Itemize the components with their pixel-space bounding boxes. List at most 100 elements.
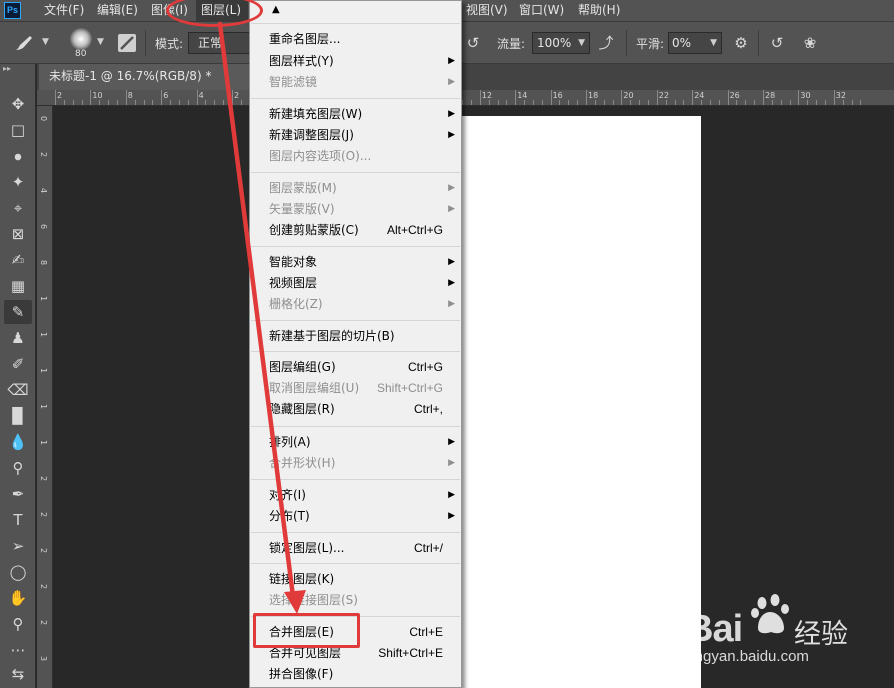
lasso-tool-icon[interactable]: ⦁ [4,144,32,168]
ruler-tick [842,100,844,105]
flow-select[interactable]: 100% ▼ [532,32,590,54]
ruler-tick [780,100,782,105]
menu-divider [251,172,460,173]
layer-menu-item[interactable]: 图层蒙版(M) ▶ [250,178,461,199]
symmetry-butterfly-icon[interactable]: ❀ [800,33,820,53]
layer-menu-item[interactable]: 分布(T) ▶ [250,506,461,527]
chevron-down-icon[interactable]: ▼ [42,37,49,47]
ruler-label: 1 [39,404,48,410]
magic-wand-tool-icon[interactable]: ✦ [4,170,32,194]
menu-item-label: 图层蒙版(M) [269,181,337,195]
ruler-tick [824,100,826,105]
menu-item-label: 链接图层(K) [269,572,335,586]
menu-item-label: 图层编组(G) [269,360,336,374]
layer-menu-item[interactable]: 新建基于图层的切片(B) [250,326,461,347]
gear-icon[interactable]: ⚙ [731,33,751,53]
ruler-tick [745,100,747,105]
layer-menu-item[interactable]: 合并形状(H) ▶ [250,453,461,474]
type-tool-icon[interactable]: T [4,508,32,532]
brush-tool-icon[interactable] [12,33,36,53]
menu-file[interactable]: 文件(F) [44,0,84,22]
airbrush-icon[interactable]: ⤴ [596,33,616,53]
marquee-tool-icon[interactable]: □ [4,118,32,142]
more-tools-icon[interactable]: ⋯ [4,638,32,662]
layer-menu-item[interactable]: 拼合图像(F) [250,664,461,685]
layer-menu-item[interactable]: 锁定图层(L)... Ctrl+/ [250,538,461,559]
layer-menu-item[interactable]: 图层内容选项(O)... [250,146,461,167]
divider [626,30,627,56]
gradient-tool-icon[interactable]: ▉ [4,404,32,428]
pressure-opacity-icon[interactable]: ↺ [463,33,483,53]
menu-help[interactable]: 帮助(H) [578,0,620,22]
brush-size-value: 80 [75,49,87,59]
layer-menu-item[interactable]: 视频图层 ▶ [250,273,461,294]
frame-tool-icon[interactable]: ⊠ [4,222,32,246]
move-tool-icon[interactable]: ✥ [4,92,32,116]
layer-menu-item[interactable]: 取消图层编组(U) Shift+Ctrl+G [250,378,461,399]
zoom-tool-icon[interactable]: ⚲ [4,612,32,636]
pen-tool-icon[interactable]: ✒ [4,482,32,506]
ruler-label: 6 [163,91,169,100]
menu-view[interactable]: 视图(V) [466,0,508,22]
layer-menu-item[interactable]: 排列(A) ▶ [250,432,461,453]
pressure-size-icon[interactable]: ↺ [767,33,787,53]
layer-menu-item[interactable]: 智能对象 ▶ [250,252,461,273]
annotation-box [253,613,360,648]
blur-tool-icon[interactable]: 💧 [4,430,32,454]
menu-window[interactable]: 窗口(W) [519,0,564,22]
ruler-tick [90,90,92,105]
layer-menu-item[interactable]: 新建填充图层(W) ▶ [250,104,461,125]
menu-divider [251,246,460,247]
ruler-tick [709,100,711,105]
layer-menu-item[interactable]: 选择链接图层(S) [250,590,461,611]
layer-menu-item[interactable]: 重命名图层... [250,29,461,50]
flow-label: 流量: [497,37,526,51]
menu-item-shortcut: Shift+Ctrl+G [376,381,443,395]
document-tab[interactable]: 未标题-1 @ 16.7%(RGB/8) * [39,64,252,90]
menu-item-label: 新建填充图层(W) [269,107,363,121]
smoothing-label: 平滑: [636,37,665,51]
document-canvas[interactable] [461,116,701,688]
layer-menu-item[interactable]: 链接图层(K) [250,569,461,590]
eyedropper-tool-icon[interactable]: ✍ [4,248,32,272]
clone-stamp-tool-icon[interactable]: ♟ [4,326,32,350]
eraser-tool-icon[interactable]: ⌫ [4,378,32,402]
healing-brush-tool-icon[interactable]: ▦ [4,274,32,298]
ruler-label: 3 [39,656,48,662]
menu-edit[interactable]: 编辑(E) [97,0,138,22]
layer-menu-item[interactable]: 栅格化(Z) ▶ [250,294,461,315]
hand-tool-icon[interactable]: ✋ [4,586,32,610]
crop-tool-icon[interactable]: ⌖ [4,196,32,220]
mode-select[interactable]: 正常 [188,32,250,54]
brush-preset-picker[interactable] [70,28,92,50]
layer-menu-item[interactable]: 隐藏图层(R) Ctrl+, [250,399,461,420]
swap-colors-icon[interactable]: ⇆ [4,662,32,686]
menu-item-label: 拼合图像(F) [269,667,334,681]
submenu-arrow-icon: ▶ [448,458,455,468]
photoshop-logo: Ps [4,2,21,19]
smoothing-select[interactable]: 0% ▼ [668,32,722,54]
brush-tool-icon[interactable]: ✎ [4,300,32,324]
ellipse-tool-icon[interactable]: ◯ [4,560,32,584]
ruler-label: 24 [694,91,705,100]
layer-menu-item[interactable]: 新建调整图层(J) ▶ [250,125,461,146]
menu-item-label: 图层样式(Y) [269,54,334,68]
submenu-arrow-icon: ▶ [448,278,455,288]
layer-menu-item[interactable]: 创建剪贴蒙版(C) Alt+Ctrl+G [250,220,461,241]
layer-menu-item[interactable]: 智能滤镜 ▶ [250,72,461,93]
layer-menu-item[interactable]: 对齐(I) ▶ [250,485,461,506]
dodge-tool-icon[interactable]: ⚲ [4,456,32,480]
ruler-tick [223,100,225,105]
collapse-icon[interactable]: ▸▸ [3,64,11,73]
layer-menu-item[interactable]: 矢量蒙版(V) ▶ [250,199,461,220]
layer-menu-item[interactable]: 图层编组(G) Ctrl+G [250,357,461,378]
menu-item-shortcut: Ctrl+/ [413,541,443,555]
ruler-tick [205,100,207,105]
history-brush-tool-icon[interactable]: ✐ [4,352,32,376]
brush-settings-panel-icon[interactable] [118,34,136,52]
layer-menu-item[interactable]: 图层样式(Y) ▶ [250,51,461,72]
chevron-down-icon[interactable]: ▼ [97,37,104,47]
submenu-arrow-icon: ▶ [448,109,455,119]
scroll-up-arrow-icon[interactable]: ▲ [272,4,280,15]
path-selection-tool-icon[interactable]: ➢ [4,534,32,558]
